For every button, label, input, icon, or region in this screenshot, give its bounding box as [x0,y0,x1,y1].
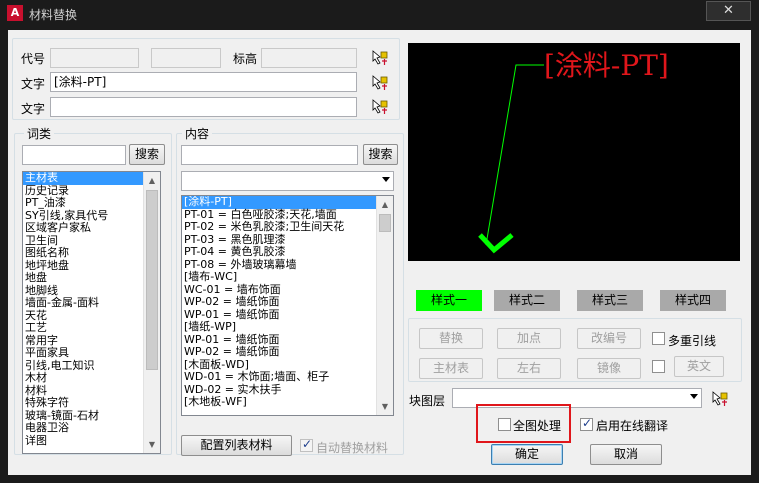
title-bar: A 材料替换 ✕ [0,0,759,28]
pick-text1-icon[interactable] [370,73,388,91]
renumber-button[interactable]: 改编号 [577,328,641,349]
scroll-thumb[interactable] [379,214,391,232]
auto-replace-label: 自动替换材料 [316,441,389,455]
list-item[interactable]: [墙纸-WP] [182,320,393,334]
style-1-button[interactable]: 样式一 [416,290,482,311]
list-item[interactable]: 区域客户家私 [23,221,160,235]
close-button[interactable]: ✕ [706,1,751,21]
vocab-search-input[interactable] [22,145,126,165]
content-search-button[interactable]: 搜索 [363,144,398,165]
scroll-up-icon[interactable]: ▲ [144,172,160,189]
list-item[interactable]: 详图 [23,434,160,448]
content-category-combo[interactable] [181,171,394,191]
pick-code-icon[interactable] [370,48,388,66]
config-list-button[interactable]: 配置列表材料 [181,435,292,456]
vocab-items: 主材表 历史记录 PT_油漆 SY引线,家具代号 区域客户家私 卫生间 图纸名称 地坪地盘 地盘… [23,172,160,447]
english-button[interactable]: 英文 [674,356,724,377]
vocab-search-button[interactable]: 搜索 [129,144,165,165]
whole-drawing-label: 全图处理 [513,419,562,433]
scroll-down-icon[interactable]: ▼ [377,398,393,415]
list-item[interactable]: 工艺 [23,321,160,335]
main-table-button[interactable]: 主材表 [419,358,483,379]
elevation-label: 标高 [233,52,258,66]
online-translate-label: 启用在线翻译 [596,419,669,433]
cancel-button[interactable]: 取消 [590,444,662,465]
text2-input[interactable] [50,97,357,117]
elevation-field [261,48,357,68]
chevron-down-icon [690,394,698,399]
list-item[interactable]: 图纸名称 [23,246,160,260]
left-right-button[interactable]: 左右 [497,358,561,379]
list-item[interactable]: WP-02 = 墙纸饰面 [182,345,393,359]
code-field-2 [151,48,221,68]
dialog-body: 代号 标高 文字 [涂料-PT] 文字 词类 搜索 主材表 历史记录 PT_油漆 SY… [8,30,751,475]
content-list[interactable]: [涂料-PT] PT-01 = 白色哑胶漆;天花,墙面 PT-02 = 米色乳胶漆;… [181,195,394,416]
pick-layer-icon[interactable] [710,389,728,407]
autocad-logo-icon: A [7,5,23,21]
online-translate-checkbox[interactable] [580,416,593,431]
list-item[interactable]: 电器卫浴 [23,421,160,435]
window-title: 材料替换 [29,8,78,22]
style-3-button[interactable]: 样式三 [577,290,643,311]
list-item[interactable]: PT-02 = 米色乳胶漆;卫生间天花 [182,220,393,234]
pick-text2-icon[interactable] [370,97,388,115]
style-4-button[interactable]: 样式四 [660,290,726,311]
ok-button[interactable]: 确定 [491,444,563,465]
add-point-button[interactable]: 加点 [497,328,561,349]
style-2-button[interactable]: 样式二 [494,290,560,311]
content-scrollbar[interactable]: ▲ ▼ [376,196,393,415]
vocab-title: 词类 [24,125,55,142]
code-label: 代号 [21,52,46,66]
block-layer-label: 块图层 [409,394,446,408]
multi-leader-label: 多重引线 [668,334,717,348]
list-item[interactable]: [涂料-PT] [182,196,393,209]
list-item[interactable]: 主材表 [23,172,160,185]
text2-label: 文字 [21,102,46,116]
list-item[interactable]: [木地板-WF] [182,395,393,409]
vocab-list[interactable]: 主材表 历史记录 PT_油漆 SY引线,家具代号 区域客户家私 卫生间 图纸名称 地坪地盘 地盘… [22,171,161,454]
text1-label: 文字 [21,77,46,91]
auto-replace-checkbox [300,437,313,452]
mirror-button[interactable]: 镜像 [577,358,641,379]
content-title: 内容 [182,125,213,142]
list-item[interactable]: 地盘 [23,271,160,285]
list-item[interactable]: 木材 [23,371,160,385]
list-item[interactable]: PT_油漆 [23,196,160,210]
list-item[interactable]: 平面家具 [23,346,160,360]
leader-line [485,64,544,246]
text1-input[interactable]: [涂料-PT] [50,72,357,92]
vocab-scrollbar[interactable]: ▲ ▼ [143,172,160,453]
list-item[interactable]: 特殊字符 [23,396,160,410]
replace-button[interactable]: 替换 [419,328,483,349]
leader-arrow [478,233,514,254]
scroll-down-icon[interactable]: ▼ [144,436,160,453]
list-item[interactable]: 墙面-金属-面料 [23,296,160,310]
chevron-down-icon [382,177,390,182]
content-search-input[interactable] [181,145,358,165]
list-item[interactable]: PT-04 = 黄色乳胶漆 [182,245,393,259]
scroll-up-icon[interactable]: ▲ [377,196,393,213]
list-item[interactable]: WP-02 = 墙纸饰面 [182,295,393,309]
content-items: [涂料-PT] PT-01 = 白色哑胶漆;天花,墙面 PT-02 = 米色乳胶漆;… [182,196,393,409]
whole-drawing-checkbox[interactable] [498,418,511,431]
list-item[interactable]: [墙布-WC] [182,270,393,284]
code-field-1 [50,48,139,68]
multi-leader-checkbox[interactable] [652,332,665,345]
scroll-thumb[interactable] [146,190,158,370]
list-item[interactable]: WD-01 = 木饰面;墙面、柜子 [182,370,393,384]
english-checkbox[interactable] [652,360,665,373]
preview-text: [涂料-PT] [544,49,669,82]
preview-canvas: [涂料-PT] [408,43,740,261]
preview-drawing: [涂料-PT] [478,49,669,254]
